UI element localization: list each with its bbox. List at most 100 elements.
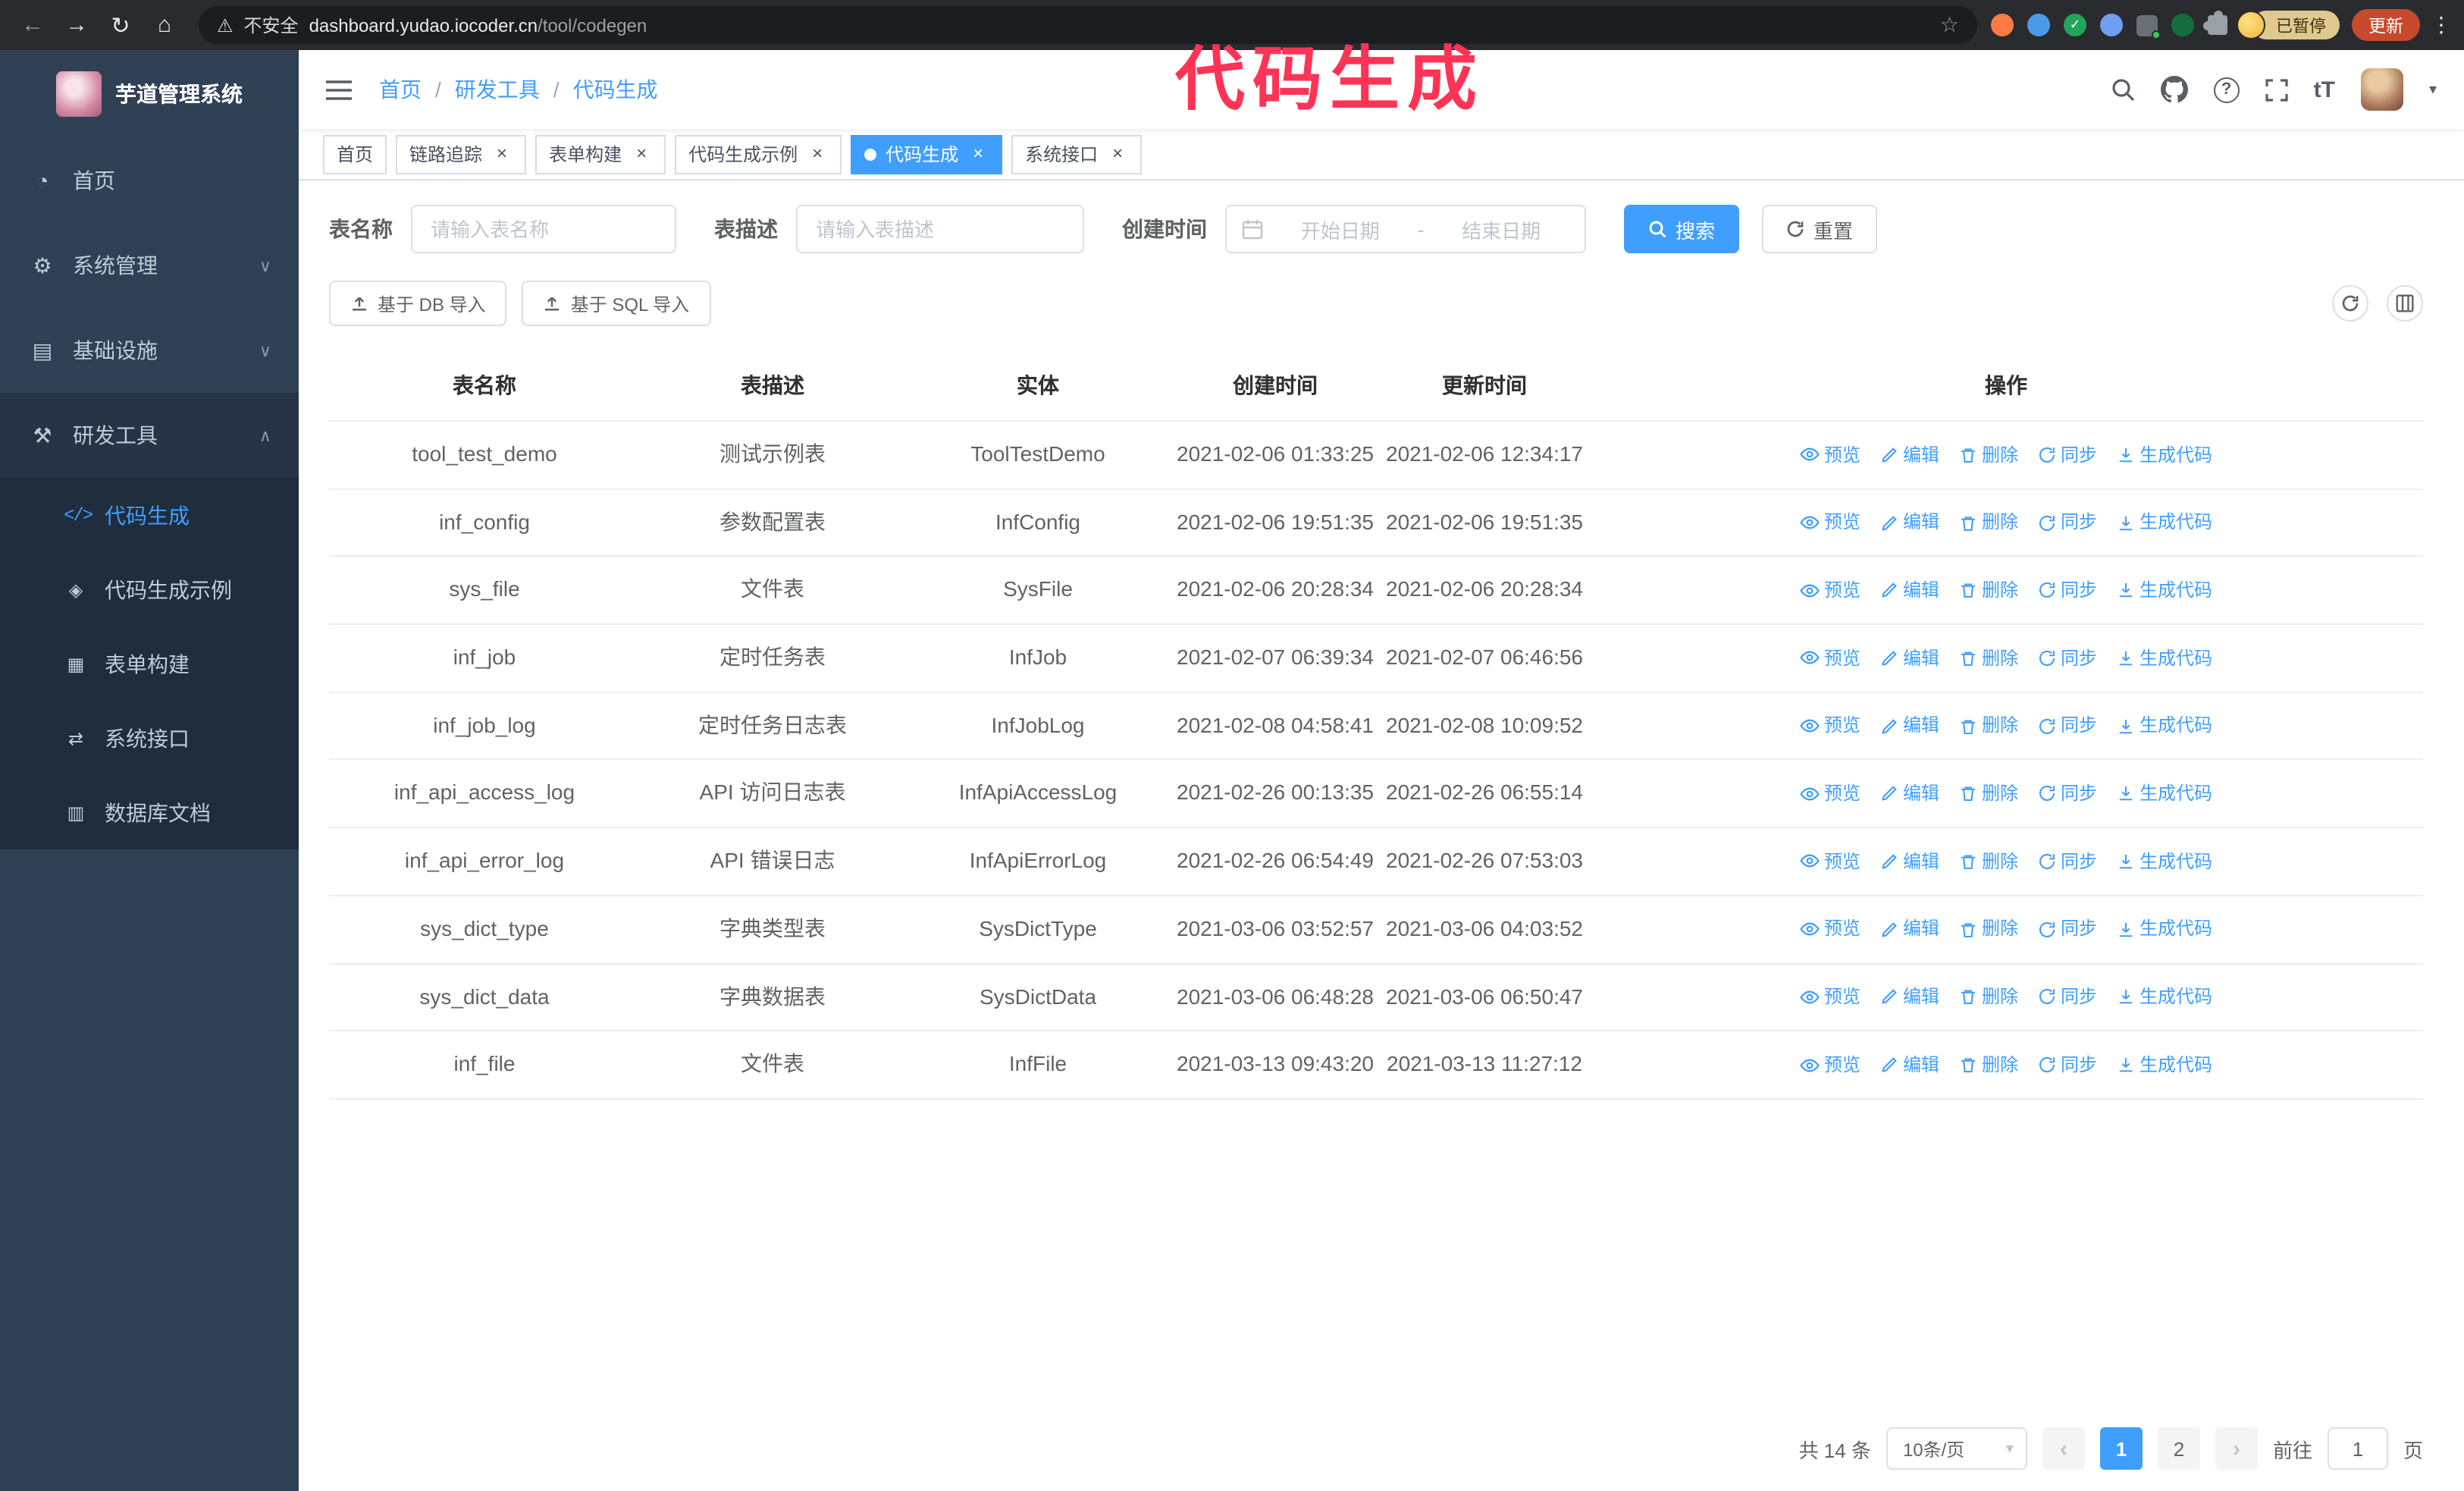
delete-link[interactable]: 删除 <box>1959 644 2018 672</box>
sidebar-item-system-api[interactable]: ⇄ 系统接口 <box>0 701 299 775</box>
refresh-table-button[interactable] <box>2332 285 2368 322</box>
extension-icon-proxy[interactable] <box>2136 14 2161 39</box>
sync-link[interactable]: 同步 <box>2038 1050 2097 1078</box>
edit-link[interactable]: 编辑 <box>1880 644 1939 672</box>
delete-link[interactable]: 删除 <box>1959 576 2018 604</box>
sidebar-item-home[interactable]: ◔ 首页 <box>0 138 299 223</box>
tab-codegen-example[interactable]: 代码生成示例 × <box>675 134 842 174</box>
generate-code-link[interactable]: 生成代码 <box>2117 780 2212 808</box>
preview-link[interactable]: 预览 <box>1800 576 1861 604</box>
search-icon[interactable] <box>2111 77 2135 102</box>
generate-code-link[interactable]: 生成代码 <box>2117 847 2212 875</box>
preview-link[interactable]: 预览 <box>1800 644 1861 672</box>
browser-menu-icon[interactable]: ⋮ <box>2431 12 2452 38</box>
preview-link[interactable]: 预览 <box>1800 915 1861 943</box>
user-avatar[interactable] <box>2360 68 2403 111</box>
generate-code-link[interactable]: 生成代码 <box>2117 576 2212 604</box>
page-size-select[interactable]: 10条/页 ▾ <box>1886 1427 2027 1470</box>
table-desc-input[interactable] <box>796 205 1084 253</box>
prev-page-button[interactable]: ‹ <box>2042 1427 2085 1470</box>
extension-icon-leaf[interactable] <box>2171 14 2194 36</box>
search-button[interactable]: 搜索 <box>1624 205 1740 253</box>
sync-link[interactable]: 同步 <box>2038 847 2097 875</box>
home-icon[interactable]: ⌂ <box>144 5 185 46</box>
generate-code-link[interactable]: 生成代码 <box>2117 915 2212 943</box>
help-icon[interactable]: ? <box>2213 77 2240 102</box>
reset-button[interactable]: 重置 <box>1762 205 1878 253</box>
app-logo[interactable]: 芋道管理系统 <box>0 50 299 138</box>
edit-link[interactable]: 编辑 <box>1880 983 1939 1011</box>
preview-link[interactable]: 预览 <box>1800 712 1861 740</box>
font-size-icon[interactable]: tT <box>2314 77 2335 102</box>
edit-link[interactable]: 编辑 <box>1880 780 1939 808</box>
edit-link[interactable]: 编辑 <box>1880 576 1939 604</box>
tab-home[interactable]: 首页 <box>323 134 387 174</box>
preview-link[interactable]: 预览 <box>1800 1050 1861 1078</box>
close-icon[interactable]: × <box>967 143 989 165</box>
sidebar-item-db-docs[interactable]: ▥ 数据库文档 <box>0 775 299 849</box>
generate-code-link[interactable]: 生成代码 <box>2117 441 2212 469</box>
delete-link[interactable]: 删除 <box>1959 780 2018 808</box>
generate-code-link[interactable]: 生成代码 <box>2117 712 2212 740</box>
close-icon[interactable]: × <box>631 143 652 165</box>
edit-link[interactable]: 编辑 <box>1880 508 1939 536</box>
back-icon[interactable]: ← <box>12 5 53 46</box>
generate-code-link[interactable]: 生成代码 <box>2117 983 2212 1011</box>
import-db-button[interactable]: 基于 DB 导入 <box>329 281 507 326</box>
sync-link[interactable]: 同步 <box>2038 644 2097 672</box>
bookmark-star-icon[interactable]: ☆ <box>1940 12 1959 38</box>
tab-trace[interactable]: 链路追踪 × <box>396 134 527 174</box>
preview-link[interactable]: 预览 <box>1800 441 1861 469</box>
sync-link[interactable]: 同步 <box>2038 712 2097 740</box>
sync-link[interactable]: 同步 <box>2038 576 2097 604</box>
browser-update-button[interactable]: 更新 <box>2352 9 2420 41</box>
edit-link[interactable]: 编辑 <box>1880 712 1939 740</box>
caret-down-icon[interactable]: ▾ <box>2429 81 2437 98</box>
tab-system-api[interactable]: 系统接口 × <box>1011 134 1143 174</box>
reload-icon[interactable]: ↻ <box>100 5 141 46</box>
sync-link[interactable]: 同步 <box>2038 441 2097 469</box>
breadcrumb-devtools[interactable]: 研发工具 <box>455 74 540 105</box>
tab-form-builder[interactable]: 表单构建 × <box>535 134 666 174</box>
fullscreen-icon[interactable] <box>2265 78 2288 101</box>
github-icon[interactable] <box>2160 76 2188 103</box>
next-page-button[interactable]: › <box>2215 1427 2258 1470</box>
preview-link[interactable]: 预览 <box>1800 847 1861 875</box>
sidebar-item-codegen-example[interactable]: ◈ 代码生成示例 <box>0 552 299 626</box>
sidebar-item-infra[interactable]: ▤ 基础设施 ∨ <box>0 308 299 393</box>
extension-icon-blue-drop[interactable] <box>2027 14 2050 36</box>
sync-link[interactable]: 同步 <box>2038 983 2097 1011</box>
sidebar-item-system[interactable]: ⚙ 系统管理 ∨ <box>0 223 299 308</box>
import-sql-button[interactable]: 基于 SQL 导入 <box>522 281 711 326</box>
extension-icon-people[interactable] <box>2100 14 2123 36</box>
sync-link[interactable]: 同步 <box>2038 780 2097 808</box>
generate-code-link[interactable]: 生成代码 <box>2117 1050 2212 1078</box>
delete-link[interactable]: 删除 <box>1959 712 2018 740</box>
sync-link[interactable]: 同步 <box>2038 915 2097 943</box>
extensions-puzzle-icon[interactable] <box>2203 11 2227 35</box>
sync-link[interactable]: 同步 <box>2038 508 2097 536</box>
browser-profile[interactable]: 已暂停 <box>2237 11 2340 39</box>
preview-link[interactable]: 预览 <box>1800 508 1861 536</box>
delete-link[interactable]: 删除 <box>1959 983 2018 1011</box>
table-name-input[interactable] <box>411 205 676 253</box>
column-settings-button[interactable] <box>2387 285 2423 322</box>
preview-link[interactable]: 预览 <box>1800 780 1861 808</box>
generate-code-link[interactable]: 生成代码 <box>2117 508 2212 536</box>
extension-icon-orange[interactable] <box>1991 14 2014 36</box>
delete-link[interactable]: 删除 <box>1959 915 2018 943</box>
close-icon[interactable]: × <box>807 143 828 165</box>
edit-link[interactable]: 编辑 <box>1880 1050 1939 1078</box>
edit-link[interactable]: 编辑 <box>1880 847 1939 875</box>
close-icon[interactable]: × <box>491 143 513 165</box>
goto-page-input[interactable] <box>2327 1427 2388 1470</box>
date-range-picker[interactable]: 开始日期 - 结束日期 <box>1225 205 1586 253</box>
sidebar-item-devtools[interactable]: ⚒ 研发工具 ∧ <box>0 393 299 478</box>
generate-code-link[interactable]: 生成代码 <box>2117 644 2212 672</box>
edit-link[interactable]: 编辑 <box>1880 915 1939 943</box>
sidebar-item-form-builder[interactable]: ▦ 表单构建 <box>0 626 299 701</box>
preview-link[interactable]: 预览 <box>1800 983 1861 1011</box>
page-button-2[interactable]: 2 <box>2157 1427 2200 1470</box>
delete-link[interactable]: 删除 <box>1959 1050 2018 1078</box>
sidebar-item-codegen[interactable]: </> 代码生成 <box>0 478 299 552</box>
